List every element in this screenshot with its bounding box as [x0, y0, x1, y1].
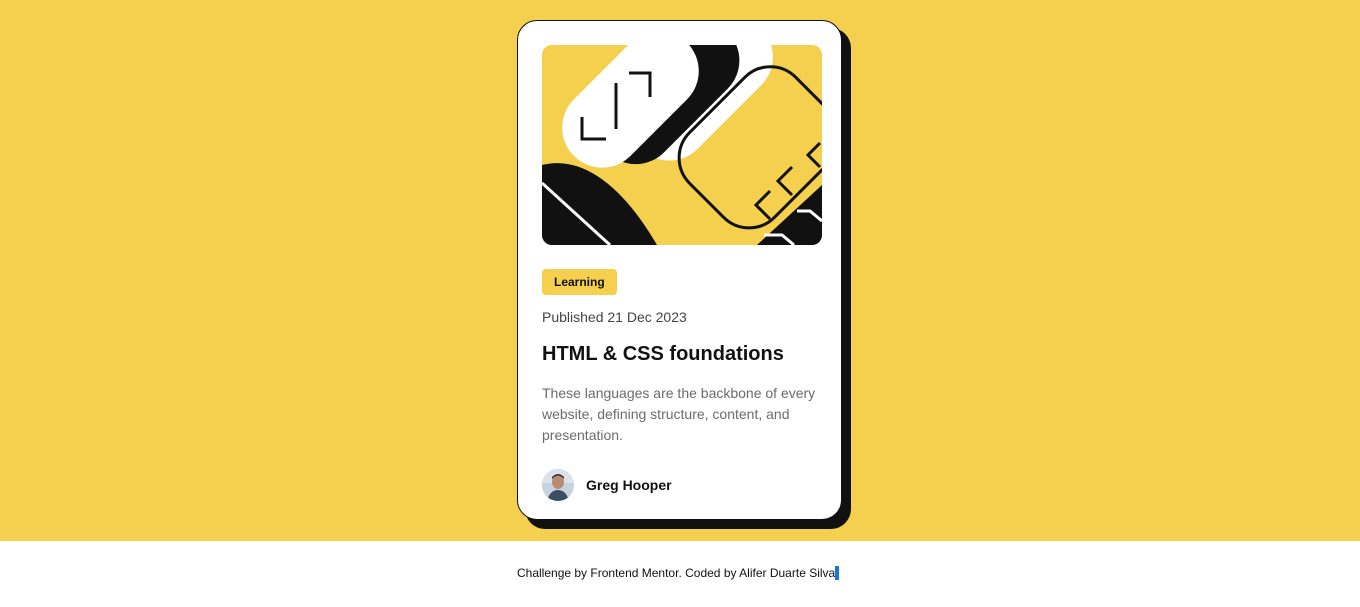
frontend-mentor-link[interactable]: Frontend Mentor [590, 566, 678, 580]
article-illustration [542, 45, 822, 245]
author-link[interactable]: Alifer Duarte Silva [739, 566, 835, 580]
attribution: Challenge by Frontend Mentor. Coded by A… [517, 566, 839, 580]
blog-preview-card: Learning Published 21 Dec 2023 HTML & CS… [517, 20, 842, 520]
illustration-article [542, 45, 822, 245]
avatar-icon [542, 469, 574, 501]
attribution-prefix: Challenge by [517, 566, 591, 580]
author-info: Greg Hooper [542, 469, 672, 501]
attribution-middle: . Coded by [678, 566, 740, 580]
page-background: Learning Published 21 Dec 2023 HTML & CS… [0, 0, 1360, 541]
published-date: Published 21 Dec 2023 [542, 309, 687, 325]
card-description: These languages are the backbone of ever… [542, 385, 816, 443]
category-badge: Learning [542, 269, 617, 295]
author-name: Greg Hooper [586, 477, 672, 493]
text-selection: . [835, 566, 839, 580]
card-title[interactable]: HTML & CSS foundations [542, 343, 784, 366]
